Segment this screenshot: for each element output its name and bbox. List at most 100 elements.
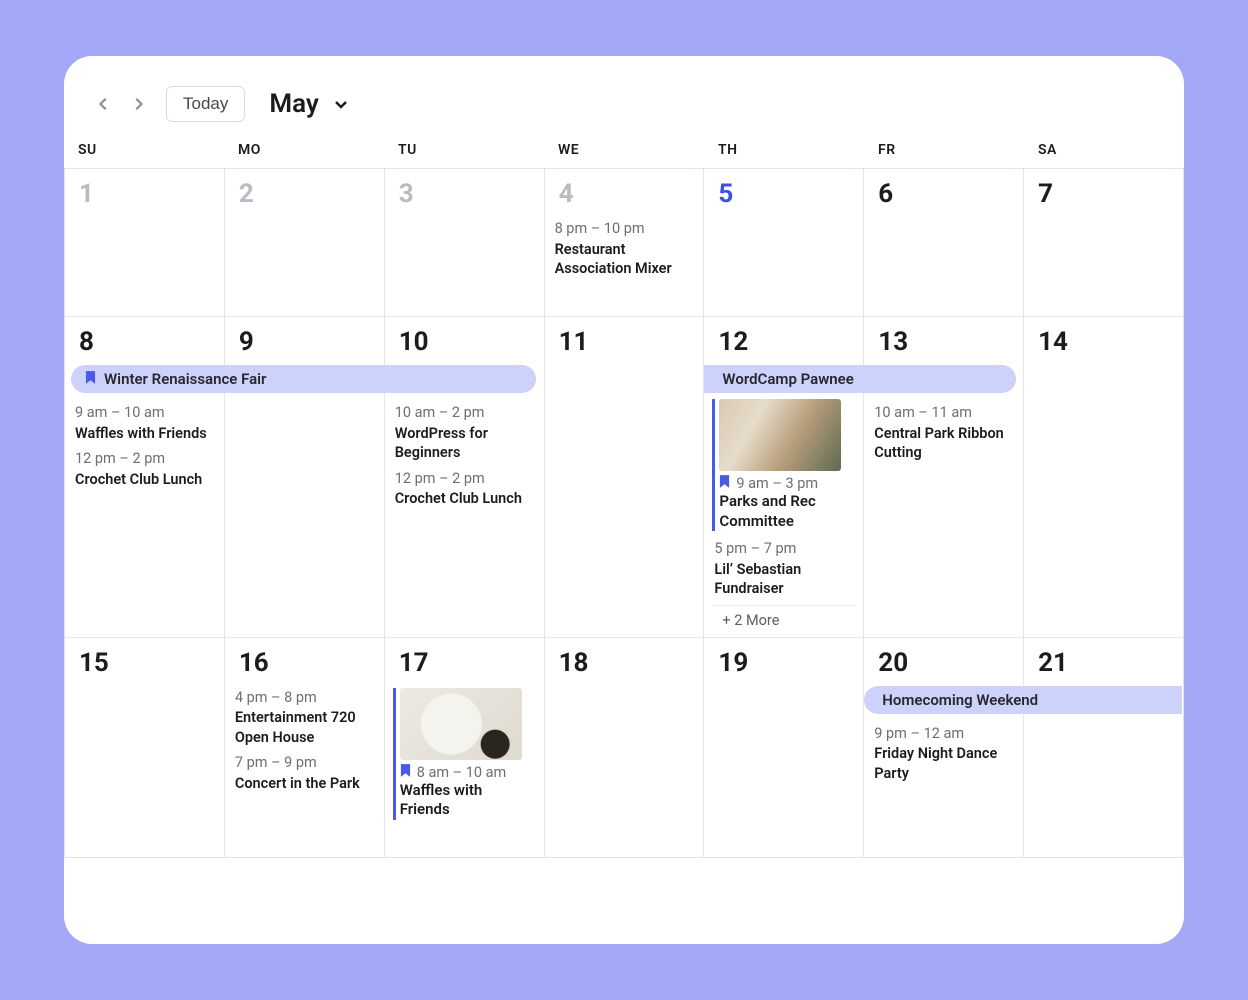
dow-we: WE — [544, 142, 704, 158]
event[interactable]: 10 am – 11 am Central Park Ribbon Cuttin… — [864, 399, 1023, 465]
day-cell-18[interactable]: 18 — [545, 638, 705, 858]
event-title: Crochet Club Lunch — [75, 471, 202, 488]
event-time: 4 pm – 8 pm — [235, 688, 374, 708]
day-number: 4 — [545, 169, 704, 215]
event-time: 8 am – 10 am — [417, 764, 507, 781]
dow-tu: TU — [384, 142, 544, 158]
event[interactable]: 4 pm – 8 pm Entertainment 720 Open House — [225, 684, 384, 750]
prev-button[interactable] — [92, 92, 116, 116]
day-number: 18 — [545, 638, 704, 684]
day-number: 20 — [864, 638, 1023, 684]
day-cell-1[interactable]: 1 — [65, 169, 225, 317]
day-cell-4[interactable]: 4 8 pm – 10 pm Restaurant Association Mi… — [545, 169, 705, 317]
day-number: 13 — [864, 317, 1023, 363]
day-cell-12[interactable]: 12 WordCamp Pawnee 9 am – 3 pm Parks and… — [704, 317, 864, 638]
event-title: Waffles with Friends — [400, 781, 536, 820]
event-title: Friday Night Dance Party — [874, 745, 997, 782]
event-thumbnail — [719, 399, 841, 471]
day-cell-14[interactable]: 14 — [1024, 317, 1184, 638]
dow-su: SU — [64, 142, 224, 158]
event-time: 7 pm – 9 pm — [235, 753, 374, 773]
multi-day-event-label: Homecoming Weekend — [882, 691, 1038, 709]
day-number: 5 — [704, 169, 863, 215]
event-title: Concert in the Park — [235, 775, 360, 792]
bookmark-icon — [719, 475, 730, 492]
event-time: 9 pm – 12 am — [874, 724, 1013, 744]
event[interactable]: 12 pm – 2 pm Crochet Club Lunch — [385, 465, 544, 511]
day-number: 9 — [225, 317, 384, 363]
multi-day-event-homecoming[interactable]: Homecoming Weekend — [864, 686, 1182, 714]
dow-sa: SA — [1024, 142, 1184, 158]
event[interactable]: 12 pm – 2 pm Crochet Club Lunch — [65, 445, 224, 491]
day-cell-21[interactable]: 21 — [1024, 638, 1184, 858]
nav-arrows — [92, 92, 150, 116]
event-time: 9 am – 3 pm — [736, 475, 818, 492]
day-cell-7[interactable]: 7 — [1024, 169, 1184, 317]
day-number: 7 — [1024, 169, 1183, 215]
event[interactable]: 10 am – 2 pm WordPress for Beginners — [385, 399, 544, 465]
event-title: WordPress for Beginners — [395, 425, 488, 462]
event-with-image[interactable]: 9 am – 3 pm Parks and Rec Committee — [712, 399, 855, 531]
event[interactable]: 9 am – 10 am Waffles with Friends — [65, 399, 224, 445]
day-of-week-header: SU MO TU WE TH FR SA — [64, 142, 1184, 168]
day-number: 15 — [65, 638, 224, 684]
event-time: 10 am – 11 am — [874, 403, 1013, 423]
event-title: Lil’ Sebastian Fundraiser — [714, 561, 801, 598]
event-title: Waffles with Friends — [75, 425, 207, 442]
multi-day-event-label: Winter Renaissance Fair — [104, 370, 266, 388]
event-time: 9 am – 10 am — [75, 403, 214, 423]
bookmark-icon — [85, 370, 96, 388]
event-time: 8 pm – 10 pm — [555, 219, 694, 239]
event-time: 5 pm – 7 pm — [714, 539, 853, 559]
event-with-image[interactable]: 8 am – 10 am Waffles with Friends — [393, 688, 536, 820]
day-number: 17 — [385, 638, 544, 684]
day-cell-15[interactable]: 15 — [65, 638, 225, 858]
calendar-window: Today May SU MO TU WE TH FR SA 1 2 3 4 8… — [64, 56, 1184, 944]
toolbar: Today May — [64, 86, 1184, 142]
more-events-link[interactable]: + 2 More — [712, 605, 855, 629]
dow-mo: MO — [224, 142, 384, 158]
day-number: 6 — [864, 169, 1023, 215]
multi-day-event-winter[interactable]: Winter Renaissance Fair — [71, 365, 536, 393]
calendar-grid: 1 2 3 4 8 pm – 10 pm Restaurant Associat… — [64, 168, 1184, 858]
event[interactable]: 7 pm – 9 pm Concert in the Park — [225, 749, 384, 795]
month-dropdown[interactable]: May — [269, 89, 348, 119]
event[interactable]: 5 pm – 7 pm Lil’ Sebastian Fundraiser — [704, 535, 863, 601]
bookmark-icon — [400, 764, 411, 781]
day-cell-20[interactable]: 20 Homecoming Weekend 9 pm – 12 am Frida… — [864, 638, 1024, 858]
day-number: 10 — [385, 317, 544, 363]
event-title: Central Park Ribbon Cutting — [874, 425, 1003, 462]
chevron-down-icon — [333, 96, 349, 112]
day-number: 16 — [225, 638, 384, 684]
multi-day-event-label: WordCamp Pawnee — [722, 370, 853, 388]
day-cell-11[interactable]: 11 — [545, 317, 705, 638]
day-cell-3[interactable]: 3 — [385, 169, 545, 317]
day-number: 19 — [704, 638, 863, 684]
day-cell-5[interactable]: 5 — [704, 169, 864, 317]
day-number: 3 — [385, 169, 544, 215]
multi-day-event-wordcamp[interactable]: WordCamp Pawnee — [704, 365, 1016, 393]
event-title: Parks and Rec Committee — [719, 492, 855, 531]
event[interactable]: 8 pm – 10 pm Restaurant Association Mixe… — [545, 215, 704, 281]
day-number: 14 — [1024, 317, 1183, 363]
day-cell-8[interactable]: 8 Winter Renaissance Fair 9 am – 10 am W… — [65, 317, 225, 638]
day-cell-16[interactable]: 16 4 pm – 8 pm Entertainment 720 Open Ho… — [225, 638, 385, 858]
day-cell-2[interactable]: 2 — [225, 169, 385, 317]
day-number: 21 — [1024, 638, 1183, 684]
day-number: 11 — [545, 317, 704, 363]
dow-fr: FR — [864, 142, 1024, 158]
chevron-right-icon — [131, 97, 145, 111]
event-title: Entertainment 720 Open House — [235, 709, 356, 746]
event[interactable]: 9 pm – 12 am Friday Night Dance Party — [864, 720, 1023, 786]
day-number: 2 — [225, 169, 384, 215]
next-button[interactable] — [126, 92, 150, 116]
day-number: 1 — [65, 169, 224, 215]
today-button[interactable]: Today — [166, 86, 245, 122]
event-title: Crochet Club Lunch — [395, 490, 522, 507]
day-cell-17[interactable]: 17 8 am – 10 am Waffles with Friends — [385, 638, 545, 858]
event-thumbnail — [400, 688, 522, 760]
day-cell-6[interactable]: 6 — [864, 169, 1024, 317]
day-cell-19[interactable]: 19 — [704, 638, 864, 858]
event-time: 10 am – 2 pm — [395, 403, 534, 423]
event-title: Restaurant Association Mixer — [555, 241, 672, 278]
